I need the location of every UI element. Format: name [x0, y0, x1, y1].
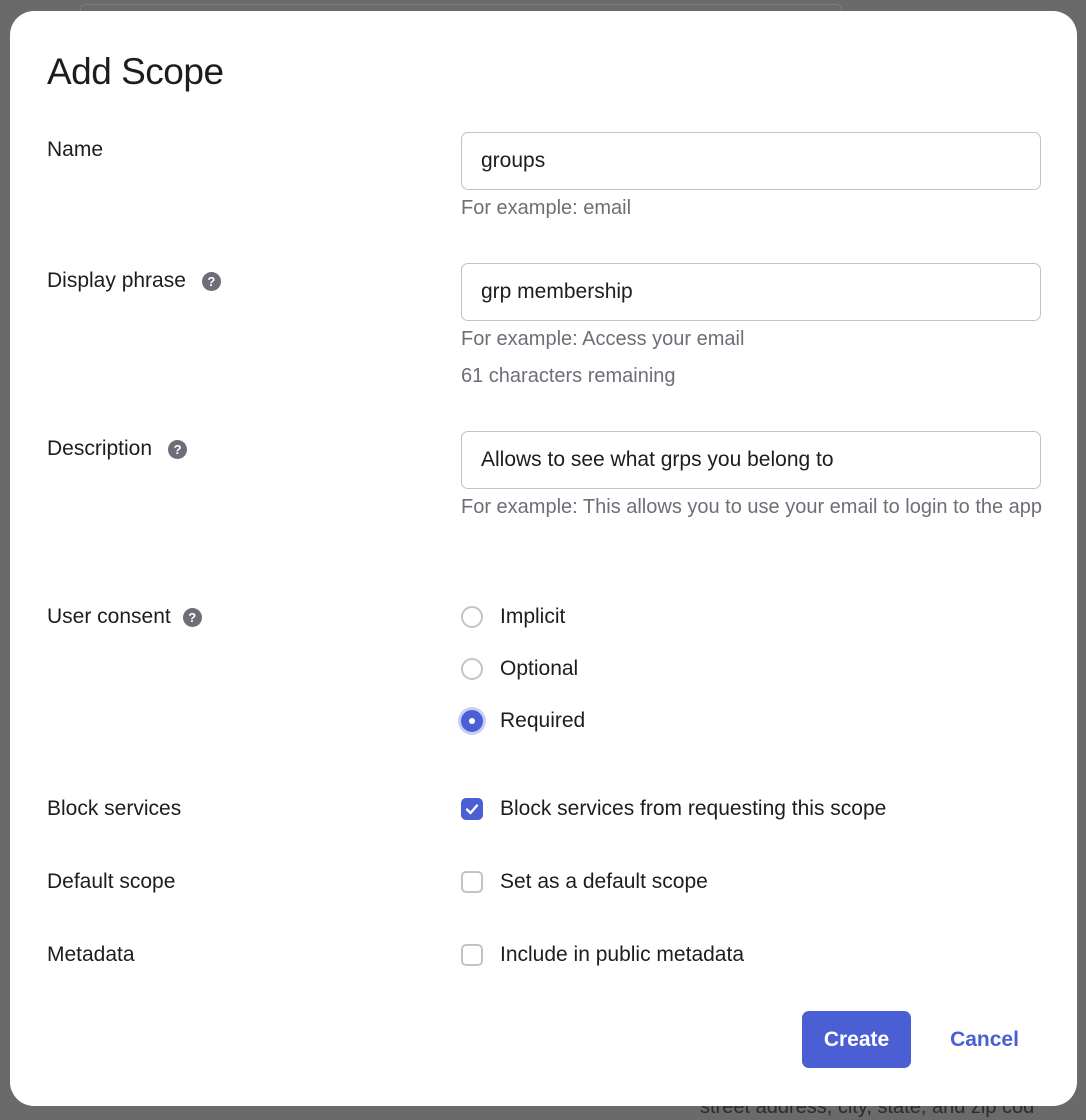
user-consent-label-text: User consent	[47, 605, 171, 628]
metadata-label: Metadata	[47, 943, 135, 967]
name-label-text: Name	[47, 138, 104, 161]
radio-button-selected[interactable]	[461, 710, 483, 732]
metadata-label-text: Metadata	[47, 943, 135, 966]
name-label: Name	[47, 138, 103, 162]
help-icon[interactable]: ?	[201, 271, 221, 291]
display-phrase-label-text: Display phrase	[47, 269, 186, 292]
cancel-button[interactable]: Cancel	[932, 1011, 1037, 1068]
block-services-option-label: Block services from requesting this scop…	[500, 797, 887, 820]
default-scope-label: Default scope	[47, 870, 175, 894]
default-scope-checkbox[interactable]	[461, 871, 483, 893]
add-scope-dialog: Add Scope Name For example: email Displa…	[10, 11, 1077, 1106]
dialog-title: Add Scope	[47, 51, 224, 92]
radio-label: Implicit	[500, 605, 566, 628]
metadata-checkbox[interactable]	[461, 944, 483, 966]
description-label-text: Description	[47, 437, 153, 460]
block-services-checkbox-row[interactable]: Block services from requesting this scop…	[461, 797, 886, 821]
default-scope-checkbox-row[interactable]: Set as a default scope	[461, 870, 708, 894]
block-services-label-text: Block services	[47, 797, 182, 820]
description-label: Description ?	[47, 437, 188, 461]
radio-implicit[interactable]: Implicit	[461, 605, 565, 629]
display-phrase-hint: For example: Access your email	[461, 328, 745, 350]
user-consent-label: User consent ?	[47, 605, 202, 629]
metadata-checkbox-row[interactable]: Include in public metadata	[461, 943, 744, 967]
radio-label: Required	[500, 709, 586, 732]
description-input[interactable]	[461, 431, 1041, 489]
display-phrase-label: Display phrase ?	[47, 269, 221, 293]
metadata-option-label: Include in public metadata	[500, 943, 744, 966]
display-phrase-input[interactable]	[461, 263, 1041, 321]
name-input[interactable]	[461, 132, 1041, 190]
radio-required[interactable]: Required	[461, 709, 585, 733]
create-button[interactable]: Create	[802, 1011, 911, 1068]
characters-remaining: 61 characters remaining	[461, 365, 676, 387]
description-hint: For example: This allows you to use your…	[461, 496, 1043, 518]
radio-button[interactable]	[461, 606, 483, 628]
checkmark-icon	[465, 804, 479, 815]
block-services-checkbox[interactable]	[461, 798, 483, 820]
radio-label: Optional	[500, 657, 579, 680]
help-icon[interactable]: ?	[182, 607, 202, 627]
block-services-label: Block services	[47, 797, 181, 821]
radio-button[interactable]	[461, 658, 483, 680]
help-icon[interactable]: ?	[168, 439, 188, 459]
default-scope-option-label: Set as a default scope	[500, 870, 708, 893]
name-hint: For example: email	[461, 197, 632, 219]
radio-optional[interactable]: Optional	[461, 657, 578, 681]
default-scope-label-text: Default scope	[47, 870, 176, 893]
